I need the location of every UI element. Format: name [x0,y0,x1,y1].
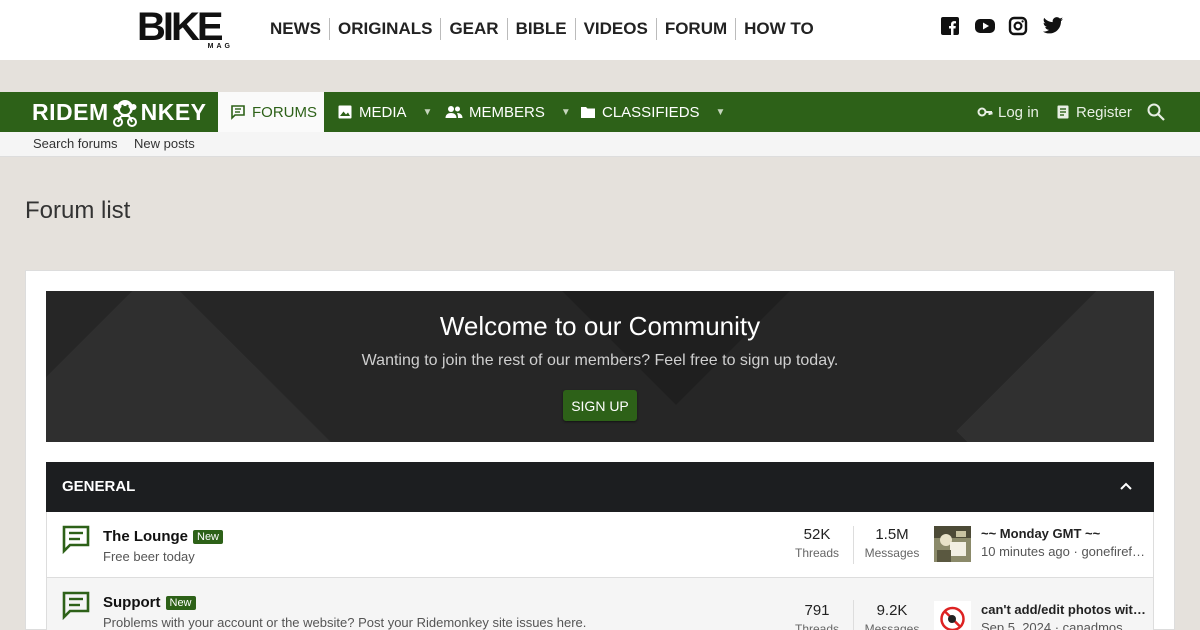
members-icon [445,104,463,120]
tab-media[interactable]: MEDIA ▼ [337,92,432,132]
forum-title-text[interactable]: Support [103,594,161,611]
login-label: Log in [998,103,1039,121]
register-label: Register [1076,103,1132,121]
messages-count: 1.5M [875,526,909,543]
new-badge: New [193,529,224,544]
tab-classifieds-label: CLASSIFIEDS [602,103,700,121]
forum-title-text[interactable]: The Lounge [103,528,188,545]
threads-label: Threads [794,546,840,560]
sub-nav: Search forums New posts [0,132,1200,157]
threads-stat: 52K Threads [793,526,841,560]
key-icon [977,104,993,120]
image-icon [337,104,353,120]
last-post-title[interactable]: can't add/edit photos with account [981,602,1146,617]
nav-videos[interactable]: VIDEOS [576,18,657,40]
register-icon [1055,104,1071,120]
welcome-banner: Welcome to our Community Wanting to join… [46,291,1154,442]
tab-media-label: MEDIA [359,103,407,121]
search-icon [1146,102,1166,122]
social-links [940,16,1064,36]
messages-label: Messages [864,622,920,630]
chevron-up-icon[interactable] [1118,478,1134,494]
site-header: BIKE MAG NEWS ORIGINALS GEAR BIBLE VIDEO… [0,0,1200,60]
page-title: Forum list [25,197,131,224]
logo-right-text: NKEY [140,98,207,125]
tab-members[interactable]: MEMBERS ▼ [445,92,571,132]
messages-stat: 1.5M Messages [861,526,923,560]
nav-news[interactable]: NEWS [262,18,330,40]
sign-up-button[interactable]: SIGN UP [563,390,637,421]
facebook-icon[interactable] [940,16,960,36]
search-forums-link[interactable]: Search forums [33,136,118,151]
avatar[interactable] [934,601,971,630]
twitter-icon[interactable] [1042,16,1064,36]
logo-left-text: RIDEM [32,98,109,125]
logo-text: BIKE [137,5,224,49]
last-post-title[interactable]: ~~ Monday GMT ~~ [981,526,1146,541]
messages-label: Messages [864,546,920,560]
threads-count: 52K [803,526,831,543]
nav-how-to[interactable]: HOW TO [736,18,822,40]
category-name: GENERAL [62,478,136,495]
nav-originals[interactable]: ORIGINALS [330,18,442,40]
main-nav: RIDEM NKEY FORUMS MEDIA ▼ MEMBERS ▼ CLAS… [0,92,1200,132]
logo-subtext: MAG [207,43,233,50]
chevron-down-icon[interactable]: ▼ [716,107,726,118]
forum-icon [61,524,91,555]
tab-members-label: MEMBERS [469,103,545,121]
hero-decoration [492,291,860,405]
new-badge: New [165,595,196,610]
bike-mag-logo[interactable]: BIKE MAG [137,5,235,52]
youtube-icon[interactable] [974,16,995,36]
welcome-title: Welcome to our Community [439,311,761,341]
tab-classifieds[interactable]: CLASSIFIEDS ▼ [580,92,725,132]
divider [853,526,854,564]
search-button[interactable] [1146,92,1171,132]
divider [853,600,854,630]
tab-forums-label: FORUMS [252,103,317,121]
threads-count: 791 [804,602,830,619]
messages-count: 9.2K [876,602,908,619]
nav-forum[interactable]: FORUM [657,18,737,40]
forum-description: Problems with your account or the websit… [103,615,587,630]
last-post-meta[interactable]: Sep 5, 2024 · canadmos [981,620,1147,630]
site-nav: NEWS ORIGINALS GEAR BIBLE VIDEOS FORUM H… [262,18,822,40]
chevron-down-icon[interactable]: ▼ [423,107,433,118]
new-posts-link[interactable]: New posts [134,136,195,151]
messages-stat: 9.2K Messages [861,602,923,630]
nav-gear[interactable]: GEAR [441,18,508,40]
category-header[interactable]: GENERAL [46,462,1154,512]
instagram-icon[interactable] [1008,16,1028,36]
monkey-icon [110,97,140,127]
login-link[interactable]: Log in [977,92,1039,132]
ridemonkey-logo[interactable]: RIDEM NKEY [32,94,207,130]
forum-row[interactable]: The Lounge New Free beer today 52K Threa… [46,512,1154,578]
forum-title[interactable]: Support New [103,594,196,611]
last-post-meta[interactable]: 10 minutes ago · gonefirefishing [981,544,1147,559]
forum-icon [61,590,91,621]
threads-label: Threads [794,622,840,630]
folder-icon [580,104,596,120]
welcome-subtitle: Wanting to join the rest of our members?… [361,352,839,369]
avatar[interactable] [934,526,971,562]
register-link[interactable]: Register [1055,92,1132,132]
forum-description: Free beer today [103,549,195,564]
threads-stat: 791 Threads [793,602,841,630]
chevron-down-icon[interactable]: ▼ [561,107,571,118]
forum-icon [230,104,246,120]
nav-bible[interactable]: BIBLE [508,18,576,40]
tab-forums[interactable]: FORUMS [218,92,324,132]
forum-title[interactable]: The Lounge New [103,528,224,545]
forum-row[interactable]: Support New Problems with your account o… [46,578,1154,630]
